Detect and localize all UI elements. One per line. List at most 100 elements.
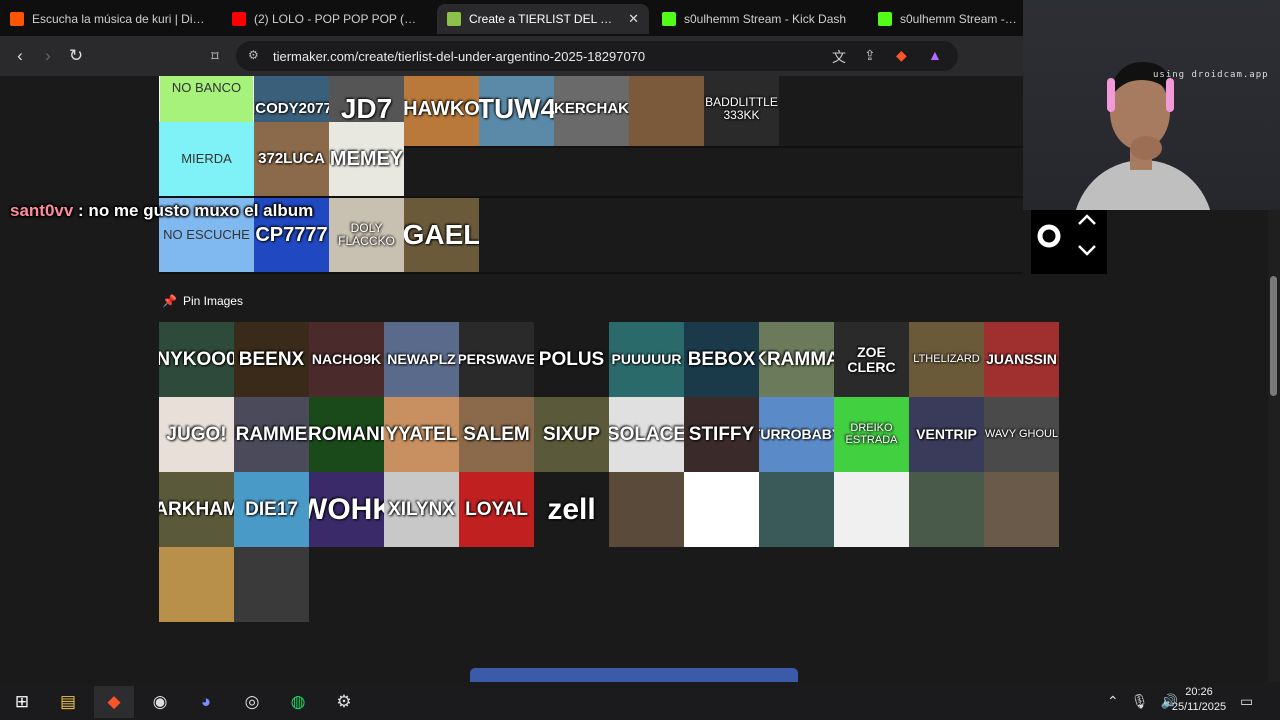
tab-title: Escucha la música de kuri | Disfrut [32,12,208,26]
windows-start-icon[interactable]: ⊞ [2,686,42,718]
stream-controls-icons [1037,214,1096,256]
pool-image[interactable]: NACHO9K [309,322,384,397]
pool-image[interactable]: BEENX [234,322,309,397]
browser-tab[interactable]: Create a TIERLIST DEL UNDER ✕ [437,4,649,34]
pool-image[interactable] [834,472,909,547]
droidcam-watermark: using droidcam.app [1153,70,1269,80]
scrollbar-thumb[interactable] [1270,276,1277,396]
chat-message-text: : no me gusto muxo el album [73,201,314,220]
browser-tab[interactable]: Escucha la música de kuri | Disfrut [0,4,218,34]
tab-title: s0ulhemm Stream - Wat [900,12,1018,26]
tier-row: MIERDA 372LUCA MEMEY [159,122,1023,198]
pin-icon: 📌 [162,294,177,308]
save-download-button[interactable] [470,668,798,682]
pool-image[interactable]: NYKOO0 [159,322,234,397]
pool-image[interactable]: JUANSSIN [984,322,1059,397]
pool-image[interactable] [984,472,1059,547]
pool-image[interactable]: POLUS [534,322,609,397]
translate-icon[interactable]: 文 [832,47,846,67]
microphone-icon[interactable]: 🎙 [1131,693,1149,710]
discord-icon[interactable]: ◕ [186,686,226,718]
clock-date: 25/11/2025 [1171,701,1227,713]
pool-image[interactable] [234,547,309,622]
youtube-icon [232,12,246,26]
spotify-icon[interactable]: ◍ [278,686,318,718]
pool-image[interactable] [159,547,234,622]
pool-image[interactable]: PERSWAVE [459,322,534,397]
pool-image[interactable]: SALEM [459,397,534,472]
tray-chevron-icon[interactable]: ⌃ [1107,693,1119,710]
windows-taskbar: ⊞ ▤ ◆ ◉ ◕ ◎ ◍ ⚙ ⌃ 🎙 🔊 20:26 25/11/2025 ▭ [0,682,1280,720]
tab-title: (2) LOLO - POP POP POP (VID [254,12,424,26]
tier-item[interactable]: DOLY FLACCKO [329,198,404,272]
stream-controls [1031,210,1107,274]
pool-image[interactable]: TURROBABY [759,397,834,472]
tier-item[interactable]: 372LUCA [254,122,329,196]
pool-image[interactable]: zell [534,472,609,547]
kick-icon [878,12,892,26]
clock-time: 20:26 [1185,686,1213,698]
pool-image[interactable]: BEBOX [684,322,759,397]
webcam-overlay: using droidcam.app [1023,0,1280,210]
back-icon[interactable]: ‹ [8,44,32,68]
github-icon[interactable]: ◎ [232,686,272,718]
pool-image[interactable]: PUUUUUR [609,322,684,397]
kick-icon [662,12,676,26]
taskbar-clock[interactable]: 20:26 25/11/2025 [1164,685,1234,715]
pool-image[interactable]: JUGO! [159,397,234,472]
streamer-figure [1075,62,1211,210]
pool-image[interactable] [759,472,834,547]
url-text: tiermaker.com/create/tierlist-del-under-… [273,49,646,64]
brave-shields-icon[interactable]: ◆ [896,47,907,64]
pool-image[interactable]: WOHK [309,472,384,547]
pool-image[interactable]: YYATEL [384,397,459,472]
pool-image[interactable]: WAVY GHOUL [984,397,1059,472]
obs-icon[interactable]: ◉ [140,686,180,718]
pin-images-label: Pin Images [182,294,243,308]
soundcloud-icon [10,12,24,26]
settings-icon[interactable]: ⚙ [324,686,364,718]
tab-title: s0ulhemm Stream - Kick Dash [684,12,847,26]
browser-tab[interactable]: (2) LOLO - POP POP POP (VID [222,4,434,34]
pool-image[interactable]: STIFFY [684,397,759,472]
pool-image[interactable]: SIXUP [534,397,609,472]
stream-chat-message: sant0vv : no me gusto muxo el album [10,201,313,221]
tier-item[interactable]: MEMEY [329,122,404,196]
brave-icon[interactable]: ◆ [94,686,134,718]
file-explorer-icon[interactable]: ▤ [48,686,88,718]
pool-image[interactable]: DIE17 [234,472,309,547]
brave-rewards-icon[interactable]: ▲ [928,47,942,63]
pool-image[interactable]: VENTRIP [909,397,984,472]
share-icon[interactable]: ⇪ [864,47,876,64]
browser-tab[interactable]: s0ulhemm Stream - Kick Dash [652,4,864,34]
bookmark-icon[interactable]: ⌑ [203,44,227,68]
notifications-icon[interactable]: ▭ [1240,682,1260,720]
tab-title: Create a TIERLIST DEL UNDER [469,12,620,26]
tier-label[interactable]: MIERDA [159,122,254,196]
pool-image[interactable]: RAMME [234,397,309,472]
pool-image[interactable]: LTHELIZARD [909,322,984,397]
pool-image[interactable] [684,472,759,547]
chevron-down-icon[interactable] [1078,245,1096,256]
reload-icon[interactable]: ↻ [64,44,88,68]
chevron-up-icon[interactable] [1078,214,1096,225]
browser-tab[interactable]: s0ulhemm Stream - Wat [868,4,1028,34]
pool-image[interactable] [609,472,684,547]
pool-image[interactable] [909,472,984,547]
pool-image[interactable]: XILYNX [384,472,459,547]
pool-image[interactable]: KRAMMA [759,322,834,397]
pin-images-toggle[interactable]: 📌 Pin Images [162,294,243,308]
pool-image[interactable]: DREIKO ESTRADA [834,397,909,472]
forward-icon[interactable]: › [36,44,60,68]
address-bar[interactable]: ⚙ tiermaker.com/create/tierlist-del-unde… [236,41,958,71]
pool-image[interactable]: SOLACE [609,397,684,472]
pool-image[interactable]: NEWAPLZ [384,322,459,397]
close-tab-icon[interactable]: ✕ [628,11,639,27]
pool-image[interactable]: LOYAL [459,472,534,547]
pool-image[interactable]: ROMANI [309,397,384,472]
tier-item[interactable]: GAEL [404,198,479,272]
pool-image[interactable]: ZOE CLERC [834,322,909,397]
site-info-icon[interactable]: ⚙ [248,48,259,62]
system-tray: ⌃ 🎙 🔊 [1107,682,1178,720]
pool-image[interactable]: ARKHAM [159,472,234,547]
